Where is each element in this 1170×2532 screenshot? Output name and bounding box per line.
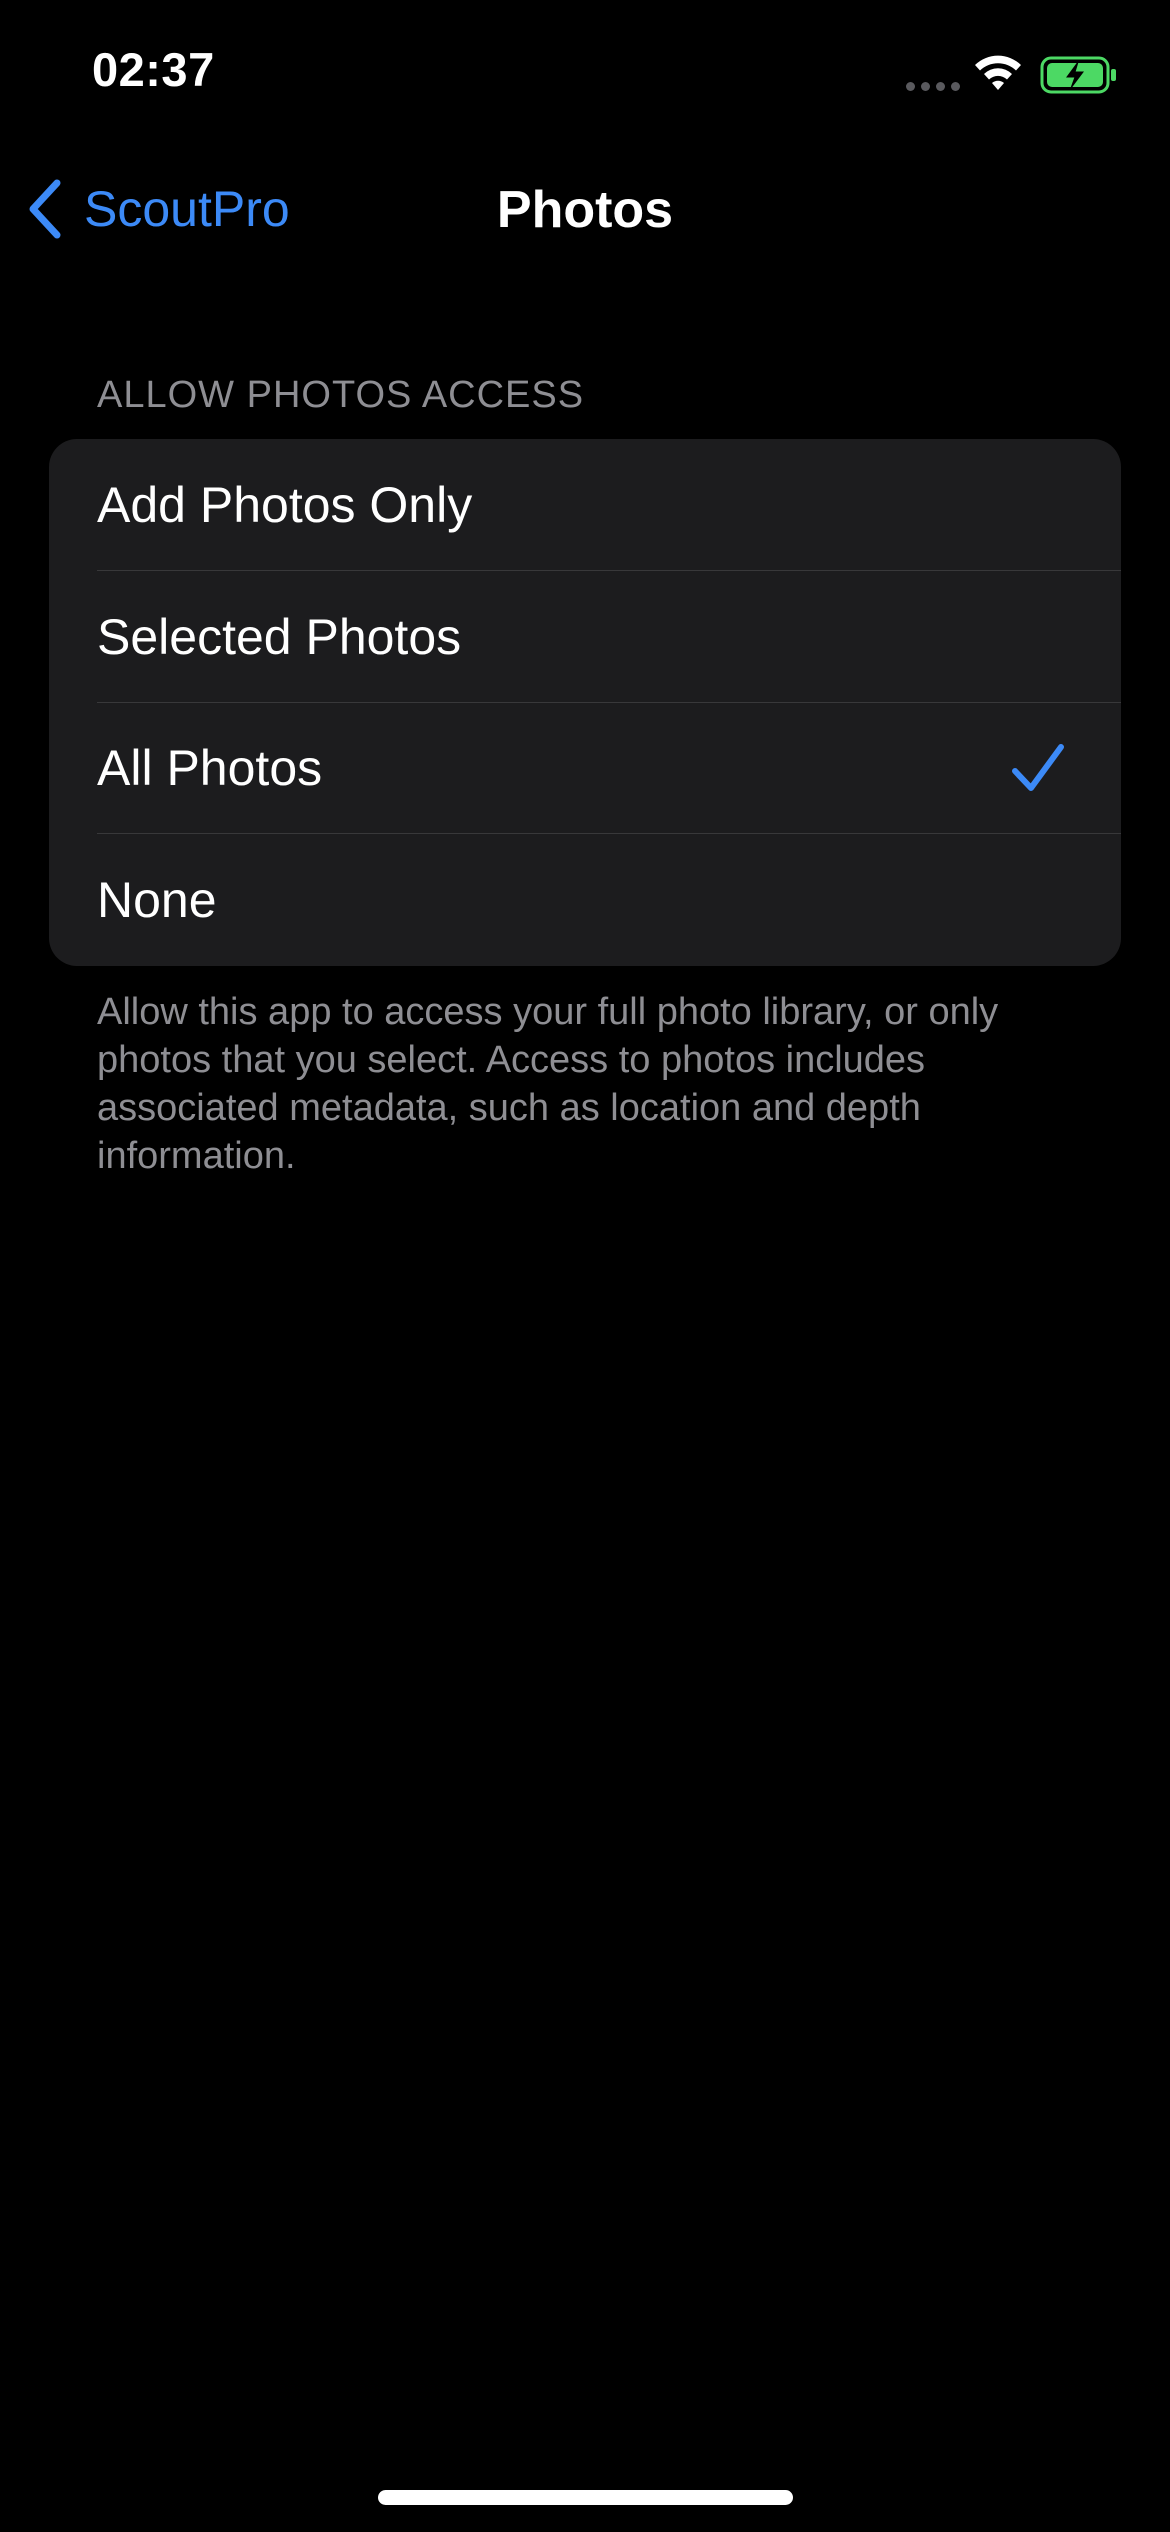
- option-label: None: [97, 872, 217, 929]
- section-footer: Allow this app to access your full photo…: [97, 991, 999, 1177]
- page-title: Photos: [496, 181, 674, 239]
- option-label: Selected Photos: [97, 608, 462, 665]
- navigation-bar: ScoutPro Photos: [0, 160, 1170, 260]
- wifi-icon: [975, 55, 1021, 90]
- signal-dots-icon: [906, 82, 960, 91]
- battery-charging-icon: [1040, 56, 1116, 94]
- home-indicator[interactable]: [378, 2490, 793, 2505]
- option-label: All Photos: [97, 740, 323, 797]
- option-label: Add Photos Only: [97, 476, 473, 533]
- checkmark-icon: [1012, 743, 1064, 791]
- option-add-photos-only[interactable]: Add Photos Only: [49, 439, 1121, 571]
- section-header: ALLOW PHOTOS ACCESS: [97, 374, 585, 416]
- option-selected-photos[interactable]: Selected Photos: [49, 571, 1121, 703]
- option-none[interactable]: None: [49, 834, 1121, 966]
- option-all-photos[interactable]: All Photos: [49, 703, 1121, 835]
- status-bar: 02:37: [0, 0, 1170, 150]
- status-time: 02:37: [92, 43, 215, 96]
- photos-access-options: Add Photos Only Selected Photos All Phot…: [49, 439, 1121, 966]
